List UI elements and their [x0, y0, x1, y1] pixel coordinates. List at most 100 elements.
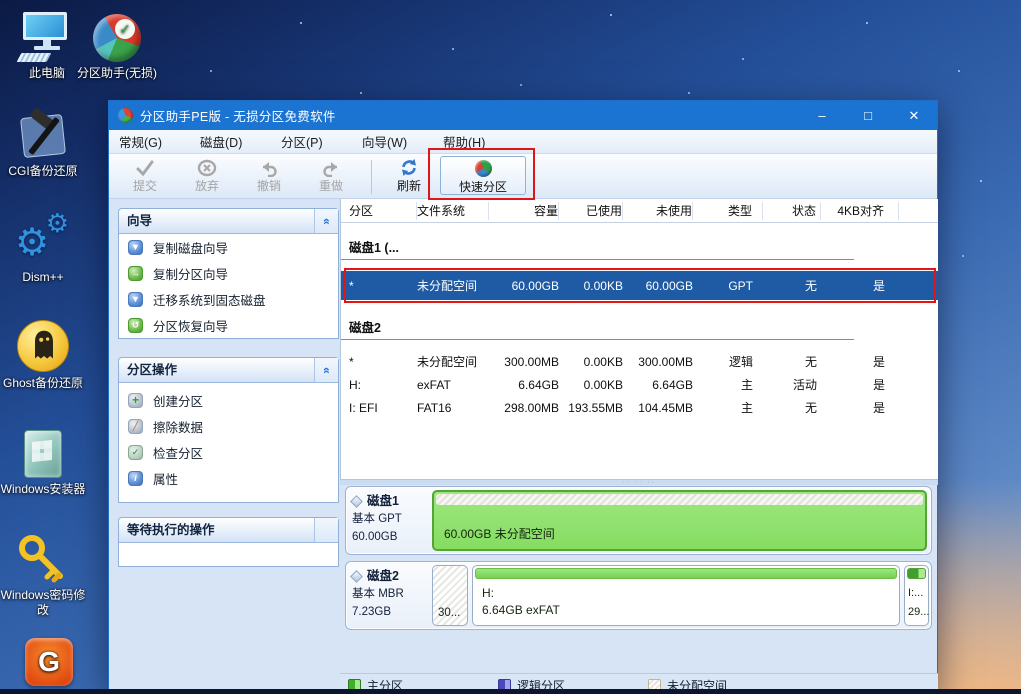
plus-icon: + — [128, 393, 143, 408]
ghost-icon — [17, 320, 69, 372]
desktop-icon-windows-installer[interactable]: Windows安装器 — [0, 424, 86, 497]
pending-ops-empty-list — [119, 543, 338, 565]
disk2-unallocated-block[interactable]: 30... — [432, 565, 468, 626]
pending-ops-panel-header[interactable]: 等待执行的操作 — [119, 518, 338, 543]
col-used[interactable]: 已使用 — [559, 202, 623, 220]
desktop-icon-label: 分区助手(无损) — [74, 66, 160, 81]
splitter-handle[interactable]: ·· ·· ·· — [340, 479, 938, 485]
sidebar-item-create-partition[interactable]: + 创建分区 — [119, 387, 338, 413]
col-status[interactable]: 状态 — [763, 202, 821, 220]
menubar: 常规(G) 磁盘(D) 分区(P) 向导(W) 帮助(H) — [109, 130, 937, 154]
refresh-icon — [381, 157, 437, 177]
free-space-strip — [475, 568, 897, 579]
table-row-disk1-unallocated[interactable]: * 未分配空间 60.00GB 0.00KB 60.00GB GPT 无 是 — [341, 271, 938, 300]
disk2-i-efi-block[interactable]: I:... 29... — [904, 565, 929, 626]
minimize-button[interactable]: – — [799, 101, 845, 130]
disk-icon — [350, 495, 363, 508]
sidebar-item-properties[interactable]: i 属性 — [119, 465, 338, 491]
table-header: 分区 文件系统 容量 已使用 未使用 类型 状态 4KB对齐 — [341, 199, 938, 223]
disk2-info: 磁盘2 基本 MBR 7.23GB — [352, 567, 432, 622]
col-4kb-aligned[interactable]: 4KB对齐 — [821, 202, 899, 220]
commit-button[interactable]: 提交 — [115, 157, 175, 197]
sky-stars — [0, 0, 2, 2]
collapse-chevron-icon[interactable]: « — [314, 358, 338, 382]
close-button[interactable]: ✕ — [891, 101, 937, 130]
desktop-icon-label: Windows安装器 — [0, 482, 86, 497]
menu-help[interactable]: 帮助(H) — [443, 132, 524, 151]
table-row-disk2-h[interactable]: H: exFAT 6.64GB 0.00KB 6.64GB 主 活动 是 — [341, 373, 938, 396]
desktop-icon-partition-assistant[interactable]: ✓ 分区助手(无损) — [74, 8, 160, 81]
sidebar-item-wipe-data[interactable]: ╱ 擦除数据 — [119, 413, 338, 439]
maximize-button[interactable]: □ — [845, 101, 891, 130]
desktop-icon-diskgenius[interactable]: G 分区工具 — [6, 632, 92, 694]
disk2-h-partition-block[interactable]: H: 6.64GB exFAT — [472, 565, 900, 626]
check-icon — [115, 157, 175, 177]
collapse-chevron-icon[interactable] — [314, 518, 338, 542]
partition-assistant-window: 分区助手PE版 - 无损分区免费软件 – □ ✕ 常规(G) 磁盘(D) 分区(… — [108, 100, 938, 694]
disk1-unallocated-block[interactable]: 60.00GB 未分配空间 — [432, 490, 927, 551]
discard-icon — [177, 157, 237, 177]
discard-button[interactable]: 放弃 — [177, 157, 237, 197]
used-space-strip — [436, 494, 923, 505]
disk2-map: 磁盘2 基本 MBR 7.23GB 30... H: 6.64GB exFAT … — [345, 561, 932, 630]
sidebar-item-copy-disk-wizard[interactable]: ▼ 复制磁盘向导 — [119, 234, 338, 260]
refresh-button[interactable]: 刷新 — [381, 157, 437, 197]
arrow-down-icon: ▼ — [128, 292, 143, 307]
app-pie-icon — [118, 108, 133, 123]
partition-table: 分区 文件系统 容量 已使用 未使用 类型 状态 4KB对齐 磁盘1 (... … — [340, 199, 938, 479]
partition-ops-panel-header[interactable]: 分区操作 « — [119, 358, 338, 383]
desktop-icon-windows-password[interactable]: Windows密码修改 — [0, 530, 86, 618]
taskbar-edge — [0, 689, 1021, 694]
desktop-icon-label: CGI备份还原 — [0, 164, 86, 179]
wizard-panel: 向导 « ▼ 复制磁盘向导 → 复制分区向导 ▼ 迁移系统到固态磁盘 ↺ 分区恢… — [118, 208, 339, 339]
sidebar-item-partition-recovery-wizard[interactable]: ↺ 分区恢复向导 — [119, 312, 338, 338]
partition-assistant-icon: ✓ — [93, 14, 141, 62]
sidebar-item-migrate-os-ssd[interactable]: ▼ 迁移系统到固态磁盘 — [119, 286, 338, 312]
key-icon — [16, 532, 70, 584]
desktop-icon-label: Windows密码修改 — [0, 588, 86, 618]
installer-icon — [24, 430, 62, 478]
quick-partition-button[interactable]: 快速分区 — [440, 156, 526, 195]
used-space-strip — [907, 568, 926, 579]
recycle-icon: ↺ — [128, 318, 143, 333]
desktop-icon-label: Ghost备份还原 — [0, 376, 86, 391]
undo-icon — [239, 157, 299, 177]
window-title: 分区助手PE版 - 无损分区免费软件 — [140, 106, 336, 125]
disk2-group-label: 磁盘2 — [341, 316, 854, 340]
check-icon: ✓ — [128, 445, 143, 460]
col-unused[interactable]: 未使用 — [623, 202, 693, 220]
hammer-icon — [18, 108, 68, 160]
undo-button[interactable]: 撤销 — [239, 157, 299, 197]
pending-ops-panel: 等待执行的操作 — [118, 517, 339, 567]
col-type[interactable]: 类型 — [693, 202, 763, 220]
partition-ops-panel: 分区操作 « + 创建分区 ╱ 擦除数据 ✓ 检查分区 i 属性 — [118, 357, 339, 503]
desktop-icon-dism[interactable]: ⚙⚙ Dism++ — [0, 212, 86, 285]
collapse-chevron-icon[interactable]: « — [314, 209, 338, 233]
eraser-icon: ╱ — [128, 419, 143, 434]
col-partition[interactable]: 分区 — [341, 202, 417, 220]
table-row-disk2-i-efi[interactable]: I: EFI FAT16 298.00MB 193.55MB 104.45MB … — [341, 396, 938, 419]
desktop-icon-cgi-backup[interactable]: CGI备份还原 — [0, 106, 86, 179]
menu-general[interactable]: 常规(G) — [119, 132, 200, 151]
menu-disk[interactable]: 磁盘(D) — [200, 132, 281, 151]
col-filesystem[interactable]: 文件系统 — [417, 202, 489, 220]
table-row-disk2-unallocated[interactable]: * 未分配空间 300.00MB 0.00KB 300.00MB 逻辑 无 是 — [341, 350, 938, 373]
computer-icon — [23, 12, 71, 62]
col-capacity[interactable]: 容量 — [489, 202, 559, 220]
disk1-group-label: 磁盘1 (... — [341, 236, 854, 260]
menu-wizard[interactable]: 向导(W) — [362, 132, 443, 151]
arrow-right-icon: → — [128, 266, 143, 281]
desktop-icon-label: Dism++ — [0, 270, 86, 285]
toolbar: 提交 放弃 撤销 重做 刷新 快速分区 — [109, 154, 937, 199]
menu-partition[interactable]: 分区(P) — [281, 132, 362, 151]
redo-icon — [301, 157, 361, 177]
titlebar[interactable]: 分区助手PE版 - 无损分区免费软件 – □ ✕ — [109, 101, 937, 130]
wizard-panel-header[interactable]: 向导 « — [119, 209, 338, 234]
disk1-map: 磁盘1 基本 GPT 60.00GB 60.00GB 未分配空间 — [345, 486, 932, 555]
redo-button[interactable]: 重做 — [301, 157, 361, 197]
info-icon: i — [128, 471, 143, 486]
sidebar-item-copy-partition-wizard[interactable]: → 复制分区向导 — [119, 260, 338, 286]
sidebar-item-check-partition[interactable]: ✓ 检查分区 — [119, 439, 338, 465]
desktop-icon-ghost-backup[interactable]: Ghost备份还原 — [0, 318, 86, 391]
disk-icon — [350, 570, 363, 583]
